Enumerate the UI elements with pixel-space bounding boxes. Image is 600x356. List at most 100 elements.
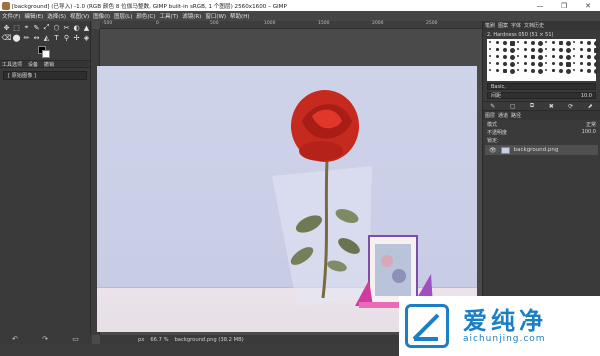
brush-preview-icon[interactable] xyxy=(552,41,555,44)
brush-preview-icon[interactable] xyxy=(510,48,515,53)
brush-grid[interactable] xyxy=(487,39,599,81)
brush-preview-icon[interactable] xyxy=(573,41,575,43)
brush-preview-icon[interactable] xyxy=(594,55,599,60)
brush-preview-icon[interactable] xyxy=(524,41,527,44)
open-brush-icon[interactable]: ⬈ xyxy=(588,103,593,110)
brush-preview-icon[interactable] xyxy=(552,69,555,72)
edit-brush-icon[interactable]: ✎ xyxy=(490,103,495,110)
brush-preview-icon[interactable] xyxy=(580,55,583,58)
brush-preview-icon[interactable] xyxy=(496,62,499,65)
perspective-icon[interactable]: ◭ xyxy=(42,33,51,42)
tab-undo[interactable]: 撤销 xyxy=(44,61,54,68)
undo-icon[interactable]: ↶ xyxy=(12,335,18,343)
new-brush-icon[interactable]: ▢ xyxy=(510,103,516,110)
brush-preview-icon[interactable] xyxy=(531,48,535,52)
layer-item[interactable]: 👁 background.png xyxy=(485,145,598,155)
brush-preview-icon[interactable] xyxy=(580,48,583,51)
brush-preview-icon[interactable] xyxy=(580,41,583,44)
brush-preview-icon[interactable] xyxy=(559,69,563,73)
brush-preview-icon[interactable] xyxy=(566,55,571,60)
brush-preview-icon[interactable] xyxy=(573,62,575,64)
brush-preview-icon[interactable] xyxy=(573,55,575,57)
move-tool-icon[interactable]: ✥ xyxy=(2,23,11,32)
clone-icon[interactable]: ◈ xyxy=(82,33,91,42)
brush-preview-icon[interactable] xyxy=(566,48,571,53)
eraser-icon[interactable]: ⌫ xyxy=(2,33,12,42)
brush-preview-icon[interactable] xyxy=(489,55,491,57)
dodge-icon[interactable]: ◐ xyxy=(72,23,81,32)
brush-preview-icon[interactable] xyxy=(531,62,535,66)
tab-devices[interactable]: 设备 xyxy=(28,61,38,68)
brush-preview-icon[interactable] xyxy=(587,55,591,59)
brush-preview-icon[interactable] xyxy=(510,55,515,60)
brush-preview-icon[interactable] xyxy=(510,69,515,74)
brush-preview-icon[interactable] xyxy=(566,69,571,74)
brush-preview-icon[interactable] xyxy=(489,62,491,64)
brush-preview-icon[interactable] xyxy=(587,69,591,73)
brush-preview-icon[interactable] xyxy=(517,69,519,71)
brush-preview-icon[interactable] xyxy=(524,48,527,51)
rect-select-icon[interactable]: ⬚ xyxy=(12,23,21,32)
brush-preview-icon[interactable] xyxy=(517,48,519,50)
scissors-icon[interactable]: ✂ xyxy=(62,23,71,32)
brush-preview-icon[interactable] xyxy=(594,48,599,53)
brush-preview-icon[interactable] xyxy=(517,41,519,43)
text-tool-icon[interactable]: T xyxy=(52,33,61,42)
brush-preview-icon[interactable] xyxy=(531,55,535,59)
brush-preview-icon[interactable] xyxy=(524,69,527,72)
pencil-icon[interactable]: ✎ xyxy=(32,23,41,32)
brush-preview-icon[interactable] xyxy=(559,55,563,59)
brush-preview-icon[interactable] xyxy=(552,55,555,58)
brush-preview-icon[interactable] xyxy=(580,69,583,72)
brush-preview-icon[interactable] xyxy=(552,62,555,65)
brush-preview-icon[interactable] xyxy=(503,69,507,73)
zoom-icon[interactable]: ⚲ xyxy=(62,33,71,42)
brush-preview-icon[interactable] xyxy=(587,41,591,45)
original-image-item[interactable]: [ 原始图像 ] xyxy=(3,71,87,80)
brush-preview-icon[interactable] xyxy=(489,41,491,43)
redo-icon[interactable]: ↷ xyxy=(42,335,48,343)
maximize-button[interactable]: ❐ xyxy=(552,0,576,11)
brush-preset-field[interactable]: Basic, xyxy=(487,83,596,90)
duplicate-brush-icon[interactable]: ⧉ xyxy=(530,102,534,110)
menu-colors[interactable]: 颜色(C) xyxy=(136,12,155,20)
brush-preview-icon[interactable] xyxy=(503,62,507,66)
menu-help[interactable]: 帮助(H) xyxy=(230,12,249,20)
delete-brush-icon[interactable]: ✖ xyxy=(549,103,554,110)
brush-preview-icon[interactable] xyxy=(496,69,499,72)
scale-icon[interactable]: ⤢ xyxy=(42,23,51,32)
eye-icon[interactable]: 👁 xyxy=(489,147,497,154)
brush-preview-icon[interactable] xyxy=(524,55,527,58)
brush-preview-icon[interactable] xyxy=(524,62,527,65)
fill-icon[interactable]: ⬤ xyxy=(12,33,21,42)
brush-preview-icon[interactable] xyxy=(496,55,499,58)
menu-windows[interactable]: 窗口(W) xyxy=(205,12,226,20)
menu-select[interactable]: 选择(S) xyxy=(47,12,66,20)
brush-preview-icon[interactable] xyxy=(538,69,543,74)
brush-preview-icon[interactable] xyxy=(587,62,591,66)
brush-preview-icon[interactable] xyxy=(559,41,563,45)
brush-preview-icon[interactable] xyxy=(545,41,547,43)
menu-image[interactable]: 图像(I) xyxy=(93,12,110,20)
brush-preview-icon[interactable] xyxy=(531,41,535,45)
brush-preview-icon[interactable] xyxy=(503,48,507,52)
heal-icon[interactable]: ✢ xyxy=(72,33,81,42)
brush-preview-icon[interactable] xyxy=(496,41,499,44)
menu-edit[interactable]: 编辑(E) xyxy=(24,12,43,20)
flip-icon[interactable]: ↔ xyxy=(32,33,41,42)
color-swatches[interactable] xyxy=(36,44,90,60)
paintbrush-icon[interactable]: ✏ xyxy=(22,33,31,42)
brush-preview-icon[interactable] xyxy=(538,62,543,67)
minimize-button[interactable]: — xyxy=(528,0,552,11)
brush-preview-icon[interactable] xyxy=(594,62,599,67)
brush-preview-icon[interactable] xyxy=(503,55,507,59)
sharpen-icon[interactable]: ▲ xyxy=(82,23,91,32)
close-button[interactable]: ✕ xyxy=(576,0,600,11)
background-color[interactable] xyxy=(42,50,50,58)
tab-patterns[interactable]: 图案 xyxy=(498,22,508,29)
clear-icon[interactable]: ▭ xyxy=(72,335,79,343)
brush-preview-icon[interactable] xyxy=(559,62,563,66)
menu-view[interactable]: 视图(V) xyxy=(70,12,89,20)
opacity-value[interactable]: 100.0 xyxy=(582,129,596,135)
brush-preview-icon[interactable] xyxy=(573,48,575,50)
